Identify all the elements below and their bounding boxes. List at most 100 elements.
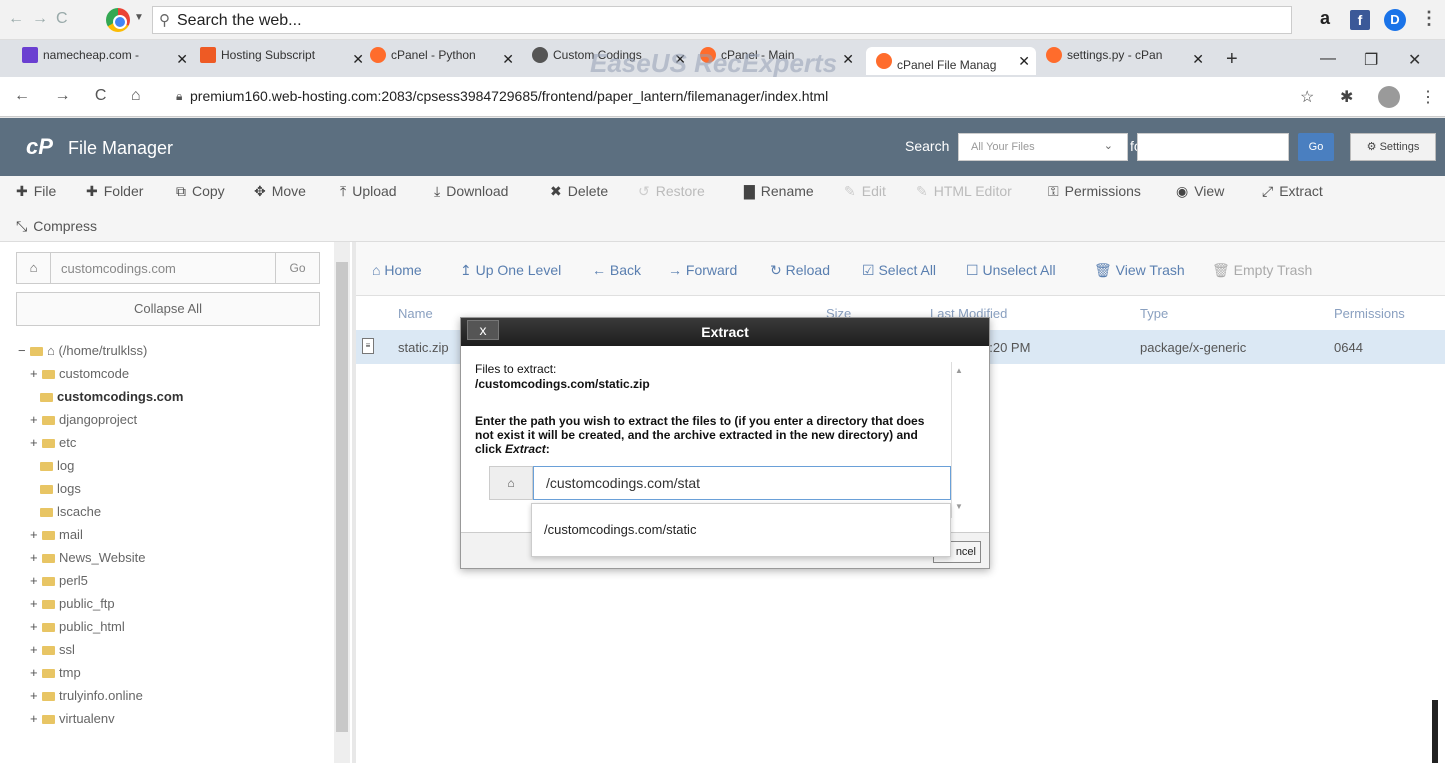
directory-go-button[interactable]: Go xyxy=(275,253,319,283)
plus-icon[interactable]: + xyxy=(30,619,42,634)
tree-item[interactable]: + virtualenv xyxy=(30,711,115,726)
plus-icon[interactable]: + xyxy=(30,412,42,427)
tab-file-manager[interactable]: cPanel File Manag ✕ xyxy=(866,47,1036,75)
tree-item[interactable]: + mail xyxy=(30,527,83,542)
new-tab-button[interactable]: + xyxy=(1226,48,1238,71)
tree-item[interactable]: log xyxy=(40,458,74,473)
puzzle-icon[interactable]: ✱ xyxy=(1340,87,1353,107)
tree-item[interactable]: + public_ftp xyxy=(30,596,115,611)
nav-arrows-icon[interactable]: ←→C xyxy=(8,10,76,28)
tree-item[interactable]: + customcode xyxy=(30,366,129,381)
scroll-up-icon[interactable]: ▲ xyxy=(955,366,963,375)
autocomplete-suggestion[interactable]: /customcodings.com/static xyxy=(544,522,696,537)
tree-item[interactable]: + tmp xyxy=(30,665,81,680)
compress-button[interactable]: ⤡ Compress xyxy=(16,218,97,235)
search-go-button[interactable]: Go xyxy=(1298,133,1334,161)
permissions-button[interactable]: ⚿ Permissions xyxy=(1048,183,1141,200)
close-icon[interactable]: ✕ xyxy=(1192,51,1204,68)
avatar[interactable] xyxy=(1378,86,1400,108)
plus-icon[interactable]: + xyxy=(30,642,42,657)
select-all-button[interactable]: ☑ Select All xyxy=(862,262,936,279)
column-permissions[interactable]: Permissions xyxy=(1334,306,1405,321)
plus-icon[interactable]: + xyxy=(30,596,42,611)
extension-icon[interactable]: D xyxy=(1384,9,1406,31)
forward-button[interactable]: → Forward xyxy=(668,262,737,278)
tree-item[interactable]: + trulyinfo.online xyxy=(30,688,143,703)
tree-item[interactable]: + etc xyxy=(30,435,76,450)
new-file-button[interactable]: ✚ File xyxy=(16,183,56,200)
tree-root[interactable]: − ⌂ (/home/trulklss) xyxy=(18,343,147,358)
back-button[interactable]: ← Back xyxy=(592,262,641,278)
delete-button[interactable]: ✖ Delete xyxy=(550,183,608,200)
plus-icon[interactable]: + xyxy=(30,711,42,726)
minimize-button[interactable]: — xyxy=(1320,50,1336,68)
restore-window-button[interactable]: ❐ xyxy=(1364,50,1378,70)
scroll-down-icon[interactable]: ▼ xyxy=(955,502,963,511)
rename-button[interactable]: ▇ Rename xyxy=(744,183,814,200)
home-button[interactable]: ⌂ Home xyxy=(372,262,422,278)
plus-icon[interactable]: + xyxy=(30,527,42,542)
column-type[interactable]: Type xyxy=(1140,306,1168,321)
move-button[interactable]: ✥ Move xyxy=(254,183,306,200)
search-input[interactable] xyxy=(1137,133,1289,161)
close-window-button[interactable]: ✕ xyxy=(1408,50,1421,70)
plus-icon[interactable]: + xyxy=(30,688,42,703)
tree-item[interactable]: logs xyxy=(40,481,81,496)
chevron-down-icon[interactable]: ▼ xyxy=(134,12,144,23)
tree-item[interactable]: customcodings.com xyxy=(40,389,183,404)
column-name[interactable]: Name xyxy=(398,306,433,321)
search-scope-select[interactable]: All Your Files ⌄ xyxy=(958,133,1128,161)
close-icon[interactable]: ✕ xyxy=(352,51,364,68)
restore-button[interactable]: ↺ Restore xyxy=(638,183,705,200)
upload-button[interactable]: ⤒ Upload xyxy=(340,183,397,200)
download-button[interactable]: ⤓ Download xyxy=(434,183,508,200)
lock-icon[interactable]: 🔒︎ xyxy=(176,89,182,104)
extract-button[interactable]: ⤢ Extract xyxy=(1262,183,1323,200)
unselect-all-button[interactable]: ☐ Unselect All xyxy=(966,262,1056,279)
extract-path-input[interactable]: /customcodings.com/stat xyxy=(533,466,951,500)
edit-button[interactable]: ✎ Edit xyxy=(844,183,886,200)
cpanel-logo-icon[interactable]: cP xyxy=(26,134,53,160)
star-icon[interactable]: ☆ xyxy=(1300,87,1314,107)
view-button[interactable]: ◉ View xyxy=(1176,183,1224,200)
empty-trash-button[interactable]: 🗑︎ Empty Trash xyxy=(1212,262,1312,279)
settings-button[interactable]: ⚙ Settings xyxy=(1350,133,1436,161)
chrome-icon[interactable] xyxy=(106,8,130,32)
facebook-icon[interactable]: f xyxy=(1350,10,1370,30)
plus-icon[interactable]: + xyxy=(30,366,42,381)
plus-icon[interactable]: + xyxy=(30,435,42,450)
new-folder-button[interactable]: ✚ Folder xyxy=(86,183,143,200)
view-trash-button[interactable]: 🗑︎ View Trash xyxy=(1094,262,1185,279)
tree-item[interactable]: + ssl xyxy=(30,642,75,657)
url-field[interactable]: premium160.web-hosting.com:2083/cpsess39… xyxy=(190,88,828,104)
tree-item[interactable]: + News_Website xyxy=(30,550,145,565)
home-icon[interactable]: ⌂ xyxy=(17,253,51,283)
up-one-level-button[interactable]: ↥ Up One Level xyxy=(460,262,561,279)
tab-settings-py[interactable]: settings.py - cPan ✕ xyxy=(1046,47,1210,75)
menu-icon[interactable]: ⋮ xyxy=(1420,87,1436,107)
tab-namecheap[interactable]: namecheap.com - ✕ xyxy=(22,47,194,75)
html-editor-button[interactable]: ✎ HTML Editor xyxy=(916,183,1012,200)
scroll-thumb[interactable] xyxy=(336,262,348,732)
close-icon[interactable]: ✕ xyxy=(842,51,854,68)
dialog-close-button[interactable]: x xyxy=(467,320,499,340)
right-scrollbar[interactable] xyxy=(1432,700,1438,763)
tree-item[interactable]: + djangoproject xyxy=(30,412,137,427)
reload-button[interactable]: ↻ Reload xyxy=(770,262,830,279)
web-search-box[interactable]: ⚲ Search the web... xyxy=(152,6,1292,34)
dialog-scrollbar[interactable]: ▲ ▼ xyxy=(951,362,965,518)
close-icon[interactable]: ✕ xyxy=(502,51,514,68)
nav-buttons-icon[interactable]: ← → C ⌂ xyxy=(14,87,151,105)
tree-item[interactable]: + public_html xyxy=(30,619,125,634)
amazon-icon[interactable]: a xyxy=(1320,8,1330,29)
plus-icon[interactable]: + xyxy=(30,573,42,588)
plus-icon[interactable]: + xyxy=(30,550,42,565)
copy-button[interactable]: ⧉ Copy xyxy=(176,183,225,200)
collapse-all-button[interactable]: Collapse All xyxy=(16,292,320,326)
directory-input[interactable]: customcodings.com xyxy=(61,261,176,276)
close-icon[interactable]: ✕ xyxy=(176,51,188,68)
plus-icon[interactable]: + xyxy=(30,665,42,680)
tree-item[interactable]: + perl5 xyxy=(30,573,88,588)
menu-icon[interactable]: ⋮ xyxy=(1420,8,1438,29)
left-scrollbar[interactable] xyxy=(334,242,350,763)
